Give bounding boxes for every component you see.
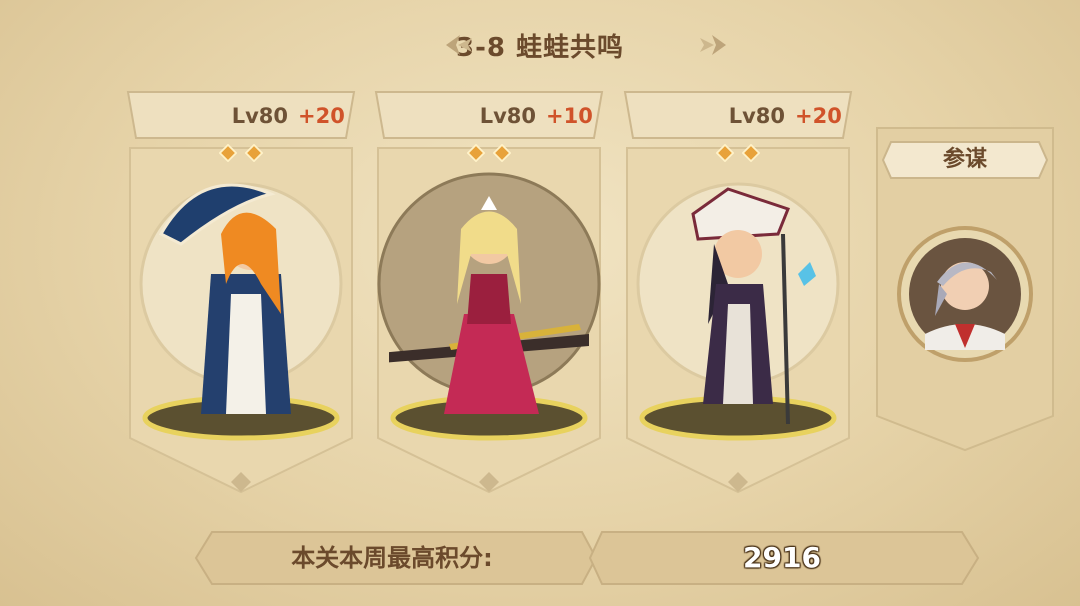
weekly-score-bar: 本关本周最高积分: 2916: [192, 530, 982, 586]
title-ornament-right-icon: [700, 35, 726, 55]
hero-card-1[interactable]: Lv80 +20: [120, 88, 362, 496]
stage-title-banner: 3-8 蛙蛙共鸣: [0, 18, 1080, 68]
advisor-slot[interactable]: 参谋: [873, 126, 1057, 452]
hero-level-bar: Lv80 +10: [386, 94, 593, 138]
hero-stars: [368, 144, 610, 168]
score-label: 本关本周最高积分:: [291, 544, 493, 572]
hero-bonus: +10: [546, 104, 593, 128]
hero-stars: [617, 144, 859, 168]
hero-pirate-hat-figure-icon: [691, 187, 816, 425]
advisor-silver-hair-portrait-icon[interactable]: [895, 224, 1035, 364]
score-value: 2916: [743, 541, 821, 574]
hero-blonde-lancer-figure-icon: [389, 196, 589, 414]
star-icon: [219, 144, 238, 162]
star-icon: [716, 144, 735, 162]
advisor-label-bar: 参谋: [881, 140, 1049, 180]
hero-level-bar: Lv80 +20: [138, 94, 345, 138]
star-icon: [467, 144, 486, 162]
hero-card-2[interactable]: Lv80 +10: [368, 88, 610, 496]
game-screen: { "title": "3-8 蛙蛙共鸣", "heroes": [ {"lev…: [0, 0, 1080, 606]
advisor-label: 参谋: [942, 147, 987, 172]
hero-stars: [120, 144, 362, 168]
star-icon: [741, 144, 760, 162]
star-icon: [244, 144, 263, 162]
star-icon: [492, 144, 511, 162]
hero-level-bar: Lv80 +20: [635, 94, 842, 138]
hero-level: Lv80: [479, 104, 536, 128]
hero-bonus: +20: [298, 104, 345, 128]
title-ornament-left-icon: [446, 35, 472, 55]
hero-umbrella-lady-figure-icon: [158, 183, 291, 414]
hero-level: Lv80: [231, 104, 288, 128]
hero-bonus: +20: [795, 104, 842, 128]
hero-level: Lv80: [728, 104, 785, 128]
hero-card-3[interactable]: Lv80 +20: [617, 88, 859, 496]
